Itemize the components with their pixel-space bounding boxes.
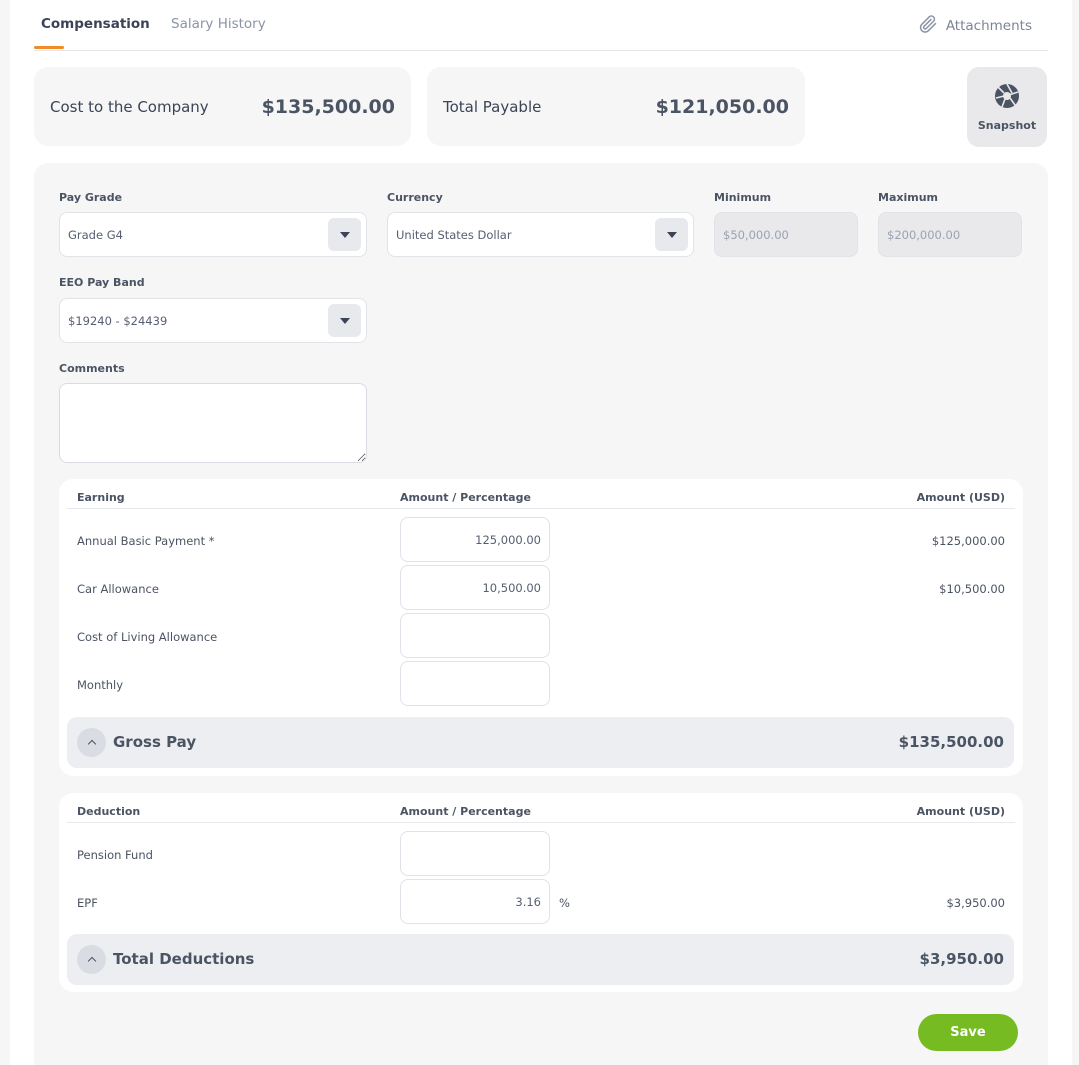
earning-row-label: Monthly bbox=[77, 678, 124, 692]
tab-salary-history[interactable]: Salary History bbox=[171, 16, 266, 32]
gross-pay-label: Gross Pay bbox=[113, 733, 197, 751]
paperclip-icon bbox=[918, 14, 938, 38]
total-payable-value: $121,050.00 bbox=[655, 95, 789, 118]
attachments-button[interactable]: Attachments bbox=[918, 14, 1032, 38]
tab-bar: Compensation Salary History Attachments bbox=[34, 0, 1048, 51]
deduction-row-label: Pension Fund bbox=[77, 848, 153, 862]
car-allowance-amount: $10,500.00 bbox=[939, 582, 1005, 596]
total-payable-label: Total Payable bbox=[443, 97, 542, 116]
amount-percentage-column-header: Amount / Percentage bbox=[400, 491, 531, 504]
snapshot-button[interactable]: Snapshot bbox=[967, 67, 1047, 147]
camera-shutter-icon bbox=[994, 83, 1020, 113]
currency-label: Currency bbox=[387, 191, 443, 204]
caret-down-icon bbox=[339, 317, 350, 324]
monthly-input[interactable] bbox=[400, 661, 550, 706]
chevron-up-icon bbox=[87, 739, 96, 749]
pay-grade-label: Pay Grade bbox=[59, 191, 123, 204]
cost-of-living-allowance-input[interactable] bbox=[400, 613, 550, 658]
tab-salary-history-label: Salary History bbox=[171, 16, 266, 32]
currency-dropdown-button[interactable] bbox=[655, 218, 688, 251]
car-allowance-input[interactable]: 10,500.00 bbox=[400, 565, 550, 610]
annual-basic-payment-amount: $125,000.00 bbox=[931, 534, 1005, 548]
earning-column-header: Earning bbox=[77, 491, 125, 504]
deduction-row-label: EPF bbox=[77, 896, 98, 910]
total-payable-card: Total Payable $121,050.00 bbox=[427, 67, 805, 146]
pay-grade-select[interactable]: Grade G4 bbox=[59, 212, 367, 257]
total-deductions-label: Total Deductions bbox=[113, 950, 255, 968]
earnings-section: Earning Amount / Percentage Amount (USD)… bbox=[59, 479, 1023, 776]
amount-usd-column-header: Amount (USD) bbox=[916, 805, 1005, 818]
tab-compensation[interactable]: Compensation bbox=[41, 16, 150, 32]
car-allowance-input-value: 10,500.00 bbox=[482, 580, 541, 595]
annual-basic-payment-input[interactable]: 125,000.00 bbox=[400, 517, 550, 562]
maximum-label: Maximum bbox=[878, 191, 938, 204]
compensation-form-panel: Pay Grade Grade G4 Currency United State… bbox=[34, 163, 1048, 1065]
eeo-pay-band-label: EEO Pay Band bbox=[59, 276, 145, 289]
minimum-label: Minimum bbox=[714, 191, 772, 204]
amount-usd-column-header: Amount (USD) bbox=[916, 491, 1005, 504]
currency-select[interactable]: United States Dollar bbox=[387, 212, 694, 257]
gross-pay-bar: Gross Pay $135,500.00 bbox=[67, 717, 1014, 768]
gross-pay-collapse-button[interactable] bbox=[77, 728, 106, 757]
earning-row-label: Car Allowance bbox=[77, 582, 159, 596]
earning-row-label: Annual Basic Payment * bbox=[77, 534, 215, 548]
eeo-pay-band-dropdown-button[interactable] bbox=[328, 304, 361, 337]
maximum-value: $200,000.00 bbox=[887, 227, 961, 242]
comments-textarea[interactable] bbox=[59, 383, 367, 463]
maximum-field: $200,000.00 bbox=[878, 212, 1022, 257]
minimum-field: $50,000.00 bbox=[714, 212, 858, 257]
cost-to-company-card: Cost to the Company $135,500.00 bbox=[34, 67, 411, 146]
save-button[interactable]: Save bbox=[918, 1014, 1018, 1051]
cost-to-company-label: Cost to the Company bbox=[50, 97, 209, 116]
tab-compensation-label: Compensation bbox=[41, 16, 150, 32]
eeo-pay-band-value: $19240 - $24439 bbox=[68, 313, 168, 328]
save-label: Save bbox=[950, 1025, 986, 1040]
deduction-column-header: Deduction bbox=[77, 805, 141, 818]
caret-down-icon bbox=[666, 231, 677, 238]
annual-basic-payment-input-value: 125,000.00 bbox=[475, 532, 541, 547]
compensation-page: Compensation Salary History Attachments … bbox=[10, 0, 1072, 1065]
comments-label: Comments bbox=[59, 362, 125, 375]
earnings-header-row: Earning Amount / Percentage Amount (USD) bbox=[67, 479, 1015, 509]
snapshot-label: Snapshot bbox=[977, 118, 1037, 132]
gross-pay-value: $135,500.00 bbox=[898, 733, 1004, 751]
epf-input-value: 3.16 bbox=[515, 894, 541, 909]
minimum-value: $50,000.00 bbox=[723, 227, 789, 242]
pension-fund-input[interactable] bbox=[400, 831, 550, 876]
caret-down-icon bbox=[339, 231, 350, 238]
earning-row-label: Cost of Living Allowance bbox=[77, 630, 218, 644]
epf-input[interactable]: 3.16 bbox=[400, 879, 550, 924]
epf-percent-suffix: % bbox=[559, 896, 570, 910]
chevron-up-icon bbox=[87, 956, 96, 966]
pay-grade-value: Grade G4 bbox=[68, 227, 123, 242]
pay-grade-dropdown-button[interactable] bbox=[328, 218, 361, 251]
total-deductions-bar: Total Deductions $3,950.00 bbox=[67, 934, 1014, 985]
eeo-pay-band-select[interactable]: $19240 - $24439 bbox=[59, 298, 367, 343]
epf-amount: $3,950.00 bbox=[946, 896, 1005, 910]
deductions-section: Deduction Amount / Percentage Amount (US… bbox=[59, 793, 1023, 992]
total-deductions-collapse-button[interactable] bbox=[77, 945, 106, 974]
currency-value: United States Dollar bbox=[396, 227, 512, 242]
cost-to-company-value: $135,500.00 bbox=[261, 95, 395, 118]
deductions-header-row: Deduction Amount / Percentage Amount (US… bbox=[67, 793, 1015, 823]
amount-percentage-column-header: Amount / Percentage bbox=[400, 805, 531, 818]
active-tab-indicator bbox=[34, 46, 64, 49]
attachments-label: Attachments bbox=[945, 18, 1032, 34]
total-deductions-value: $3,950.00 bbox=[919, 950, 1004, 968]
